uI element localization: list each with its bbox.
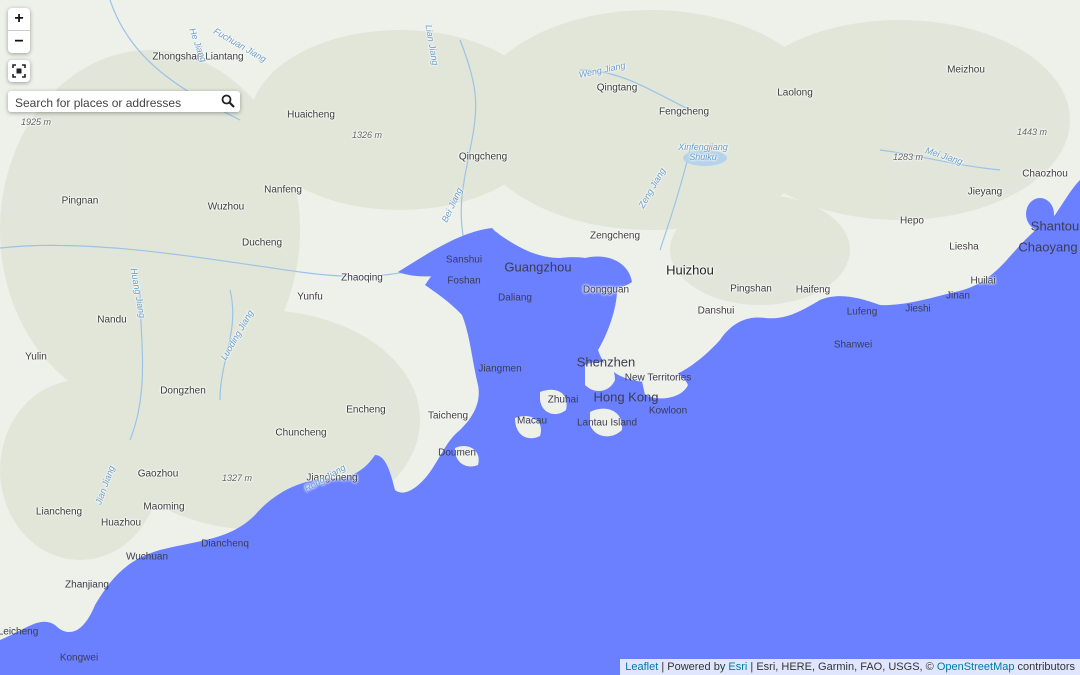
place-label: Lantau Island	[576, 417, 638, 429]
place-label: Pingshan	[730, 283, 772, 295]
place-label: Foshan	[447, 275, 481, 287]
place-label: Hong Kong	[593, 389, 659, 405]
place-label: Chuncheng	[275, 427, 327, 439]
place-label: Haifeng	[795, 284, 831, 296]
place-label: Guangzhou	[504, 259, 572, 275]
place-label: Kowloon	[648, 405, 688, 417]
place-label: Taicheng	[427, 410, 469, 422]
place-label: Shantou	[1030, 218, 1080, 234]
place-label: Liancheng	[35, 506, 83, 518]
place-label: Nandu	[97, 314, 127, 326]
place-label: Lufeng	[846, 306, 878, 318]
place-label: Leicheng	[0, 626, 39, 638]
place-label: Chaoyang	[1018, 239, 1078, 255]
place-label: Macau	[516, 415, 548, 427]
reservoir-label: Xinfengjiang Shuiku	[678, 142, 728, 162]
place-label: Danshui	[697, 305, 735, 317]
place-label: Huizhou	[666, 262, 714, 278]
leaflet-link[interactable]: Leaflet	[625, 661, 658, 673]
attribution-text: contributors	[1014, 661, 1075, 673]
place-label: Qingcheng	[458, 151, 508, 163]
place-label: Wuchuan	[125, 551, 169, 563]
place-label: Fengcheng	[658, 106, 710, 118]
place-label: Wuzhou	[207, 201, 245, 213]
peak-label: 1925 m	[20, 117, 52, 127]
place-label: Maoming	[143, 501, 185, 513]
search-input[interactable]	[13, 93, 217, 112]
place-label: Huaicheng	[287, 109, 335, 121]
peak-label: 1327 m	[221, 473, 253, 483]
place-label: Zengcheng	[589, 230, 641, 242]
search-box	[8, 91, 240, 112]
place-label: Daliang	[498, 292, 532, 304]
place-label: Pingnan	[61, 195, 99, 207]
place-label: Zhaoqing	[341, 272, 383, 284]
place-label: Ducheng	[241, 237, 283, 249]
peak-label: 1443 m	[1016, 127, 1048, 137]
fullscreen-icon	[12, 64, 26, 78]
zoom-control: + −	[8, 8, 30, 53]
place-label: Kongwei	[59, 652, 99, 664]
openstreetmap-link[interactable]: OpenStreetMap	[937, 661, 1015, 673]
place-label: Zhanjiang	[65, 579, 109, 591]
place-label: Huazhou	[100, 517, 142, 529]
place-label: New Territories	[624, 372, 692, 384]
place-label: Shenzhen	[576, 354, 636, 370]
place-label: Encheng	[346, 404, 386, 416]
place-label: Dianchenq	[201, 538, 249, 550]
place-label: Chaozhou	[1022, 168, 1068, 180]
place-label: Liesha	[949, 241, 979, 253]
place-label: Hepo	[900, 215, 924, 227]
attribution-bar: Leaflet | Powered by Esri | Esri, HERE, …	[620, 659, 1080, 675]
fullscreen-button[interactable]	[8, 60, 30, 82]
place-label: Qingtang	[596, 82, 638, 94]
place-label: Yunfu	[297, 291, 323, 303]
place-label: Gaozhou	[137, 468, 179, 480]
peak-label: 1283 m	[892, 152, 924, 162]
search-icon	[221, 94, 235, 108]
place-label: Jiangmen	[478, 363, 522, 375]
attribution-text: | Esri, HERE, Garmin, FAO, USGS, ©	[747, 661, 937, 673]
place-label: Laolong	[777, 87, 813, 99]
esri-link[interactable]: Esri	[728, 661, 747, 673]
place-label: Doumen	[438, 447, 476, 459]
place-label: Dongguan	[582, 284, 630, 296]
place-label: Jieyang	[967, 186, 1003, 198]
place-label: Jinan	[946, 290, 970, 302]
place-label: Jieshi	[905, 303, 931, 315]
zoom-out-button[interactable]: −	[8, 30, 30, 53]
place-label: Shanwei	[833, 339, 873, 351]
place-label: Meizhou	[947, 64, 985, 76]
peak-label: 1326 m	[351, 130, 383, 140]
place-label: Yulin	[25, 351, 47, 363]
place-label: Zhuhai	[547, 394, 579, 406]
attribution-text: | Powered by	[658, 661, 729, 673]
zoom-in-button[interactable]: +	[8, 8, 30, 30]
place-label: Sanshui	[445, 254, 483, 266]
place-label: Huilai	[970, 275, 996, 287]
place-label: Nanfeng	[264, 184, 302, 196]
search-button[interactable]	[221, 94, 235, 113]
place-label: Dongzhen	[160, 385, 206, 397]
